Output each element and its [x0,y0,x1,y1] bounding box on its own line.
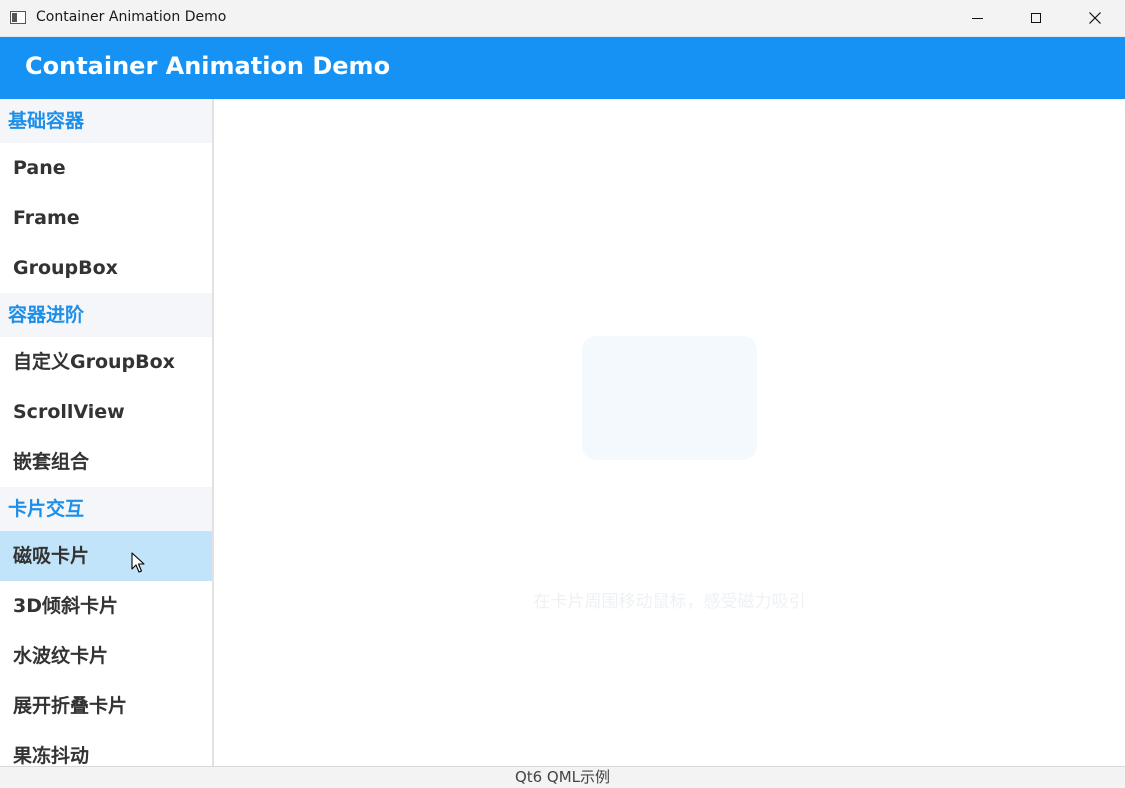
sidebar-item-nested-combination[interactable]: 嵌套组合 [0,437,212,487]
sidebar-item-scrollview[interactable]: ScrollView [0,387,212,437]
sidebar-section-advanced-containers: 容器进阶 [0,293,212,337]
hint-text: 在卡片周围移动鼠标，感受磁力吸引 [533,592,806,612]
mouse-cursor-icon [131,552,145,573]
sidebar-section-card-interaction: 卡片交互 [0,487,212,531]
sidebar-item-magnetic-card[interactable]: 磁吸卡片 [0,531,212,581]
app-header: Container Animation Demo [0,37,1125,99]
maximize-icon [1031,13,1041,23]
close-button[interactable] [1066,0,1124,36]
maximize-button[interactable] [1007,0,1065,36]
sidebar-item-jelly-shake[interactable]: 果冻抖动 [0,731,212,766]
sidebar-item-3d-tilt-card[interactable]: 3D倾斜卡片 [0,581,212,631]
sidebar-item-groupbox[interactable]: GroupBox [0,243,212,293]
window-title: Container Animation Demo [36,9,227,25]
close-icon [1089,12,1101,24]
magnetic-card[interactable] [582,336,757,460]
sidebar-nav: 基础容器 Pane Frame GroupBox 容器进阶 自定义GroupBo… [0,99,212,766]
sidebar-section-basic-containers: 基础容器 [0,99,212,143]
sidebar-item-pane[interactable]: Pane [0,143,212,193]
status-bar: Qt6 QML示例 [0,766,1125,788]
sidebar-item-ripple-card[interactable]: 水波纹卡片 [0,631,212,681]
status-text: Qt6 QML示例 [514,768,611,786]
demo-content-area: 在卡片周围移动鼠标，感受磁力吸引 [214,99,1125,766]
page-title: Container Animation Demo [25,52,391,80]
minimize-button[interactable] [948,0,1006,36]
sidebar-item-custom-groupbox[interactable]: 自定义GroupBox [0,337,212,387]
sidebar-item-frame[interactable]: Frame [0,193,212,243]
window-titlebar[interactable]: Container Animation Demo [0,0,1125,37]
sidebar-item-expand-collapse-card[interactable]: 展开折叠卡片 [0,681,212,731]
app-window-icon [10,11,26,24]
minimize-icon [971,17,983,19]
